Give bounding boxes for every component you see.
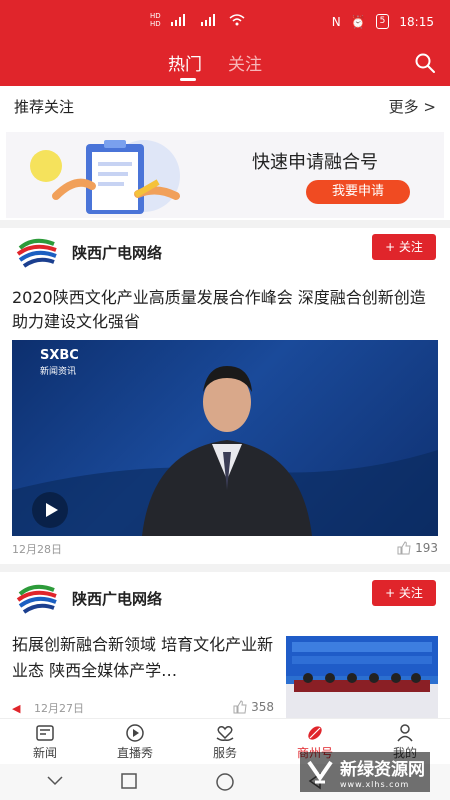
recent-apps-icon[interactable] xyxy=(120,772,138,790)
wifi-icon xyxy=(229,14,245,26)
top-tabs: 热门 关注 xyxy=(168,50,262,81)
clock: 18:15 xyxy=(399,14,434,29)
section-divider xyxy=(0,564,450,572)
account-name[interactable]: 陕西广电网络 xyxy=(72,588,162,609)
conference-illustration xyxy=(286,636,438,718)
account-row: 陕西广电网络 + 关注 xyxy=(0,574,450,624)
alarm-icon: ⏰ xyxy=(350,14,366,29)
follow-button[interactable]: + 关注 xyxy=(372,234,436,260)
clipboard-illustration xyxy=(30,140,180,214)
status-bar: HD HD N ⏰ 5 18:15 xyxy=(0,0,450,42)
recommend-header: 推荐关注 更多 > xyxy=(0,86,450,126)
nfc-icon: N xyxy=(331,14,341,29)
nav-live[interactable]: 直播秀 xyxy=(90,719,180,765)
play-button[interactable] xyxy=(32,492,68,528)
apply-button[interactable]: 我要申请 xyxy=(306,180,410,204)
more-link[interactable]: 更多 > xyxy=(389,96,436,117)
apply-banner[interactable]: 快速申请融合号 我要申请 xyxy=(6,132,444,218)
nav-label: 新闻 xyxy=(32,746,57,760)
post-headline[interactable]: 2020陕西文化产业高质量发展合作峰会 深度融合创新创造助力建设文化强省 xyxy=(12,286,438,334)
audio-icon: ◀ xyxy=(12,702,21,715)
status-right: N ⏰ 5 18:15 xyxy=(332,14,434,29)
tab-follow[interactable]: 关注 xyxy=(228,50,262,75)
nav-news[interactable]: 新闻 xyxy=(0,719,90,765)
sxbc-logo-icon[interactable] xyxy=(14,576,60,622)
signal-indicators: HD HD xyxy=(150,12,245,28)
post-date: 12月27日 xyxy=(33,702,84,715)
news-anchor-illustration xyxy=(12,366,438,536)
watermark-url: www.xlhs.com xyxy=(340,780,410,789)
heart-hands-icon xyxy=(216,726,234,741)
leaf-icon xyxy=(308,726,322,740)
like-button[interactable]: 358 xyxy=(233,700,274,714)
person-icon xyxy=(397,724,413,742)
like-count: 358 xyxy=(251,700,274,714)
watermark-overlay: 新绿资源网 www.xlhs.com xyxy=(300,752,430,792)
account-row: 陕西广电网络 + 关注 xyxy=(0,228,450,278)
news-icon xyxy=(36,725,54,741)
sxbc-logo-icon[interactable] xyxy=(14,230,60,276)
watermark-text: 新绿资源网 xyxy=(340,760,425,780)
post-meta: 12月28日 193 xyxy=(12,541,438,557)
post-meta: ◀ 12月27日 358 xyxy=(12,700,274,716)
section-divider xyxy=(0,220,450,228)
post-headline[interactable]: 拓展创新融合新领域 培育文化产业新业态 陕西全媒体产学… xyxy=(12,632,274,684)
post-thumbnail[interactable] xyxy=(286,636,438,718)
recommend-title: 推荐关注 xyxy=(14,97,75,116)
video-thumbnail[interactable]: SXBC 新闻资讯 xyxy=(12,340,438,536)
home-icon[interactable] xyxy=(215,772,235,792)
nav-service[interactable]: 服务 xyxy=(180,719,270,765)
signal-icon xyxy=(200,14,215,26)
post-date: 12月28日 xyxy=(12,543,62,556)
search-icon[interactable] xyxy=(414,52,436,74)
signal-icon xyxy=(170,14,185,26)
watermark-logo-icon xyxy=(307,760,333,784)
thumbs-up-icon xyxy=(233,700,247,714)
like-count: 193 xyxy=(415,541,438,555)
hd-icon: HD HD xyxy=(150,12,161,28)
banner-title: 快速申请融合号 xyxy=(252,152,378,173)
play-circle-icon xyxy=(126,724,144,742)
like-button[interactable]: 193 xyxy=(397,541,438,555)
thumbs-up-icon xyxy=(397,541,411,555)
follow-button[interactable]: + 关注 xyxy=(372,580,436,606)
account-name[interactable]: 陕西广电网络 xyxy=(72,242,162,263)
nav-down-icon[interactable] xyxy=(46,774,64,788)
battery-indicator: 5 xyxy=(375,14,390,29)
nav-label: 服务 xyxy=(212,746,237,760)
tab-hot[interactable]: 热门 xyxy=(168,50,202,81)
top-header: 热门 关注 xyxy=(0,42,450,86)
nav-label: 直播秀 xyxy=(116,746,153,760)
play-icon xyxy=(46,503,58,517)
